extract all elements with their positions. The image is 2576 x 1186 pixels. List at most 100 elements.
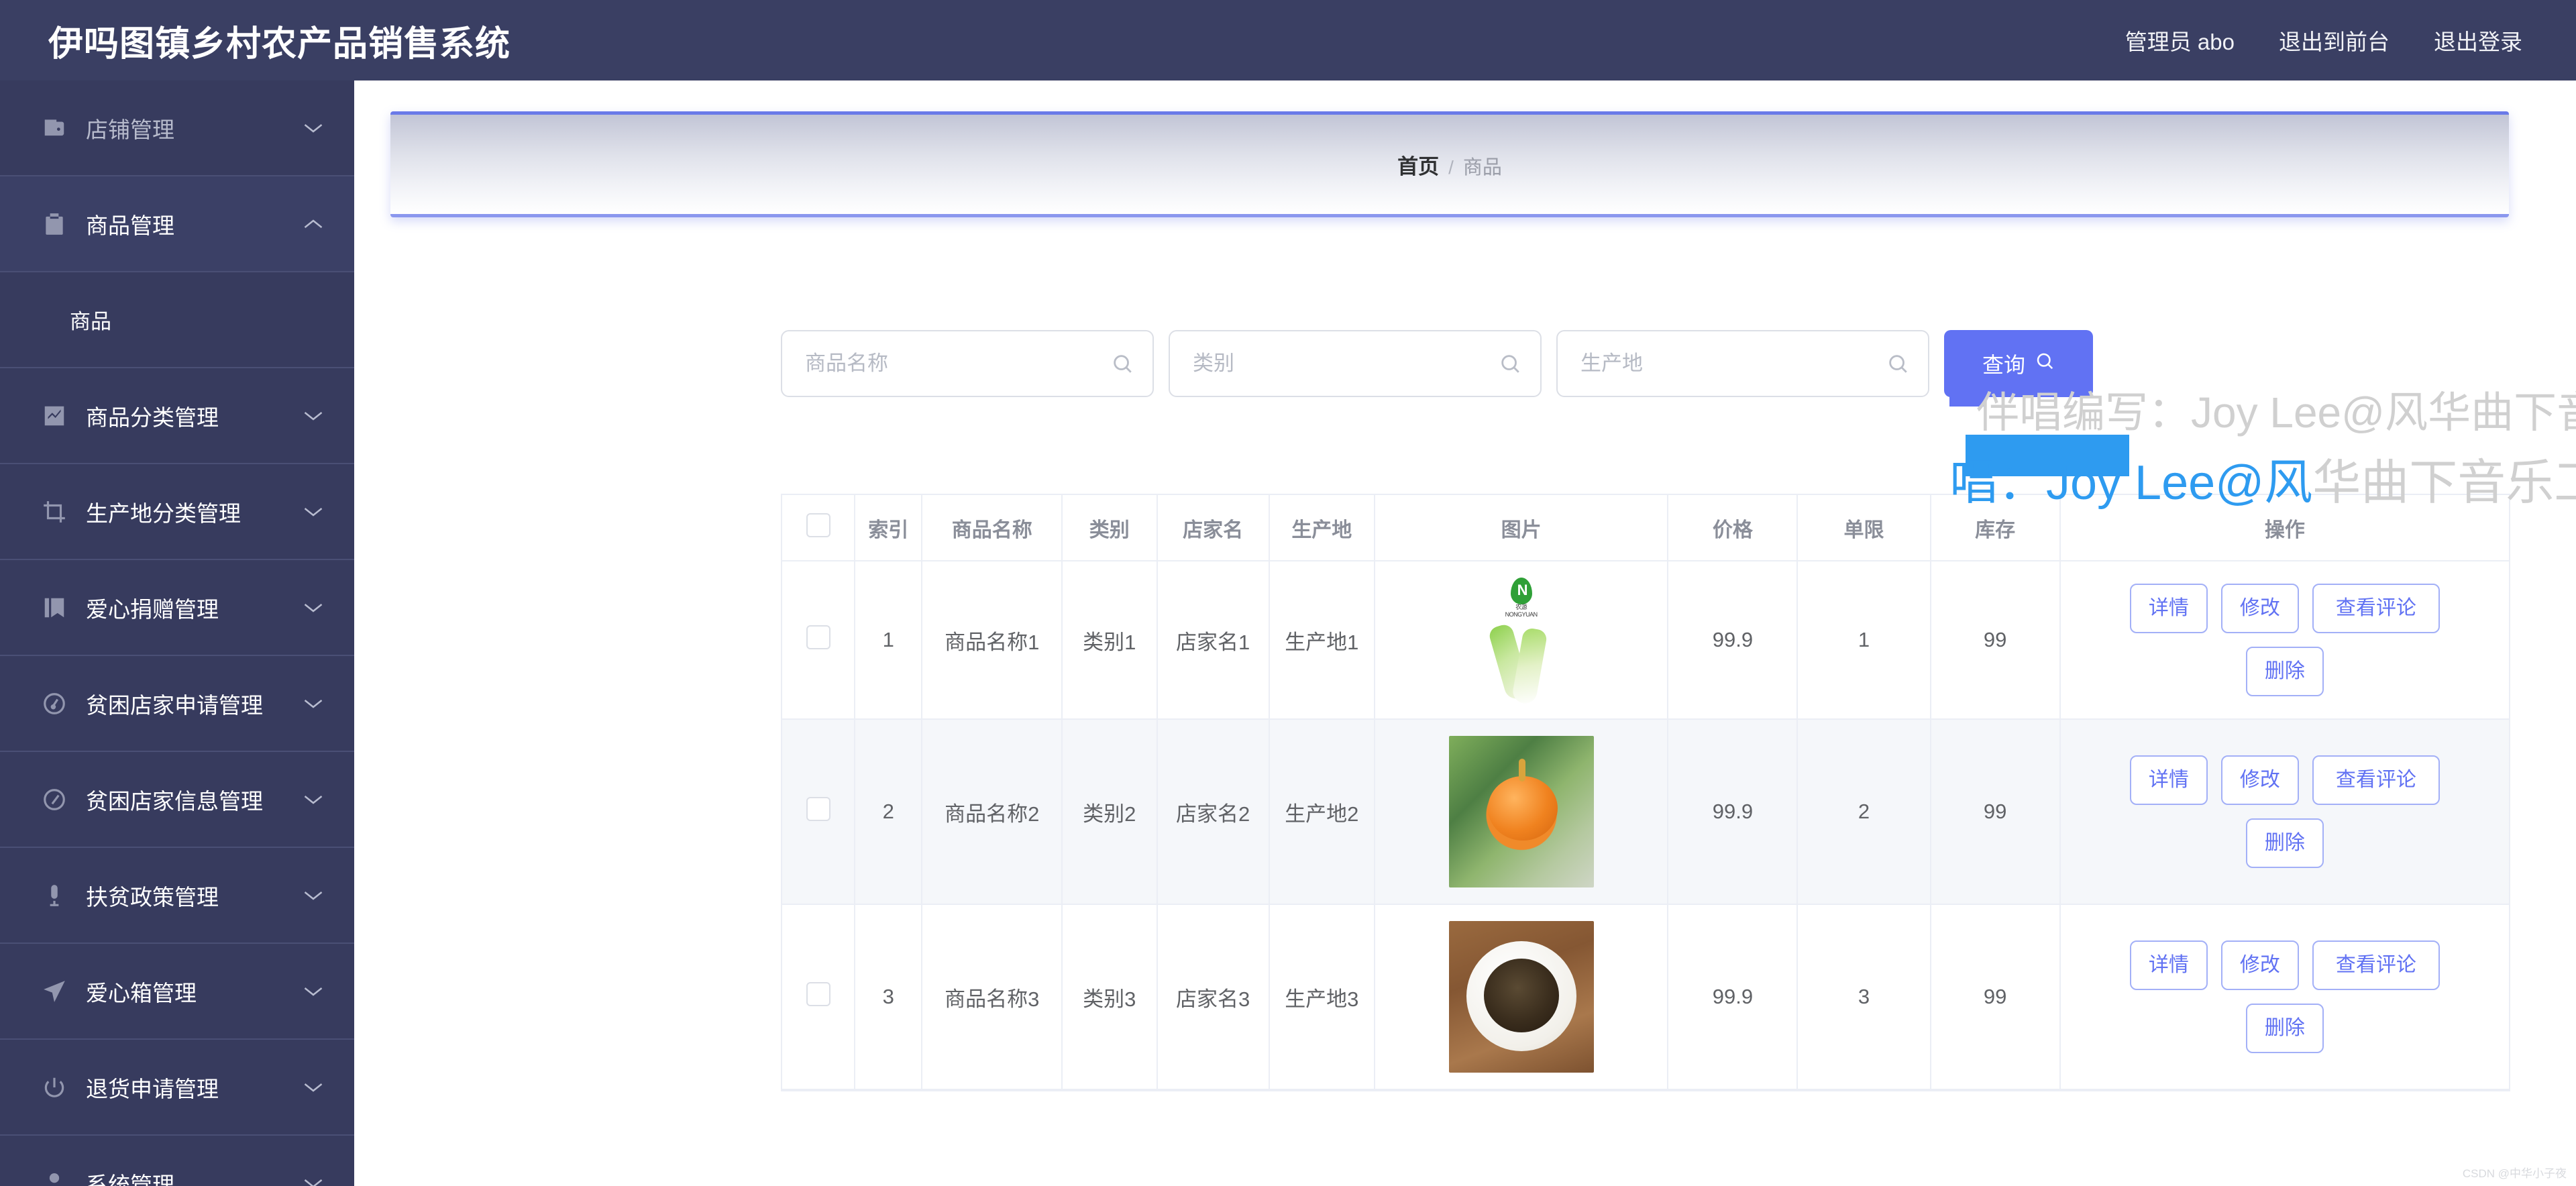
search-icon xyxy=(2035,351,2055,376)
chart-icon xyxy=(40,402,68,430)
cabbage-photo[interactable]: N农源NONGYUAN xyxy=(1379,578,1664,702)
chevron-down-icon[interactable] xyxy=(302,884,325,907)
view-comments-button[interactable]: 查看评论 xyxy=(2312,755,2440,805)
row-actions-second-line: 删除 xyxy=(2084,818,2486,868)
cell-shop-name: 店家名1 xyxy=(1157,561,1269,719)
pumpkin-photo[interactable] xyxy=(1449,736,1594,887)
sidebar-label-poor-shop-info-management: 贫困店家信息管理 xyxy=(86,784,302,816)
table-head: 索引 商品名称 类别 店家名 生产地 图片 价格 单限 库存 操作 xyxy=(782,495,2509,561)
cell-image: N农源NONGYUAN xyxy=(1375,561,1668,719)
table-header-row: 索引 商品名称 类别 店家名 生产地 图片 价格 单限 库存 操作 xyxy=(782,495,2509,561)
crop-icon xyxy=(40,498,68,526)
cell-product-name: 商品名称3 xyxy=(922,904,1061,1089)
chevron-down-icon[interactable] xyxy=(302,980,325,1003)
sidebar-item-poor-shop-application-management[interactable]: 贫困店家申请管理 xyxy=(0,656,354,752)
cell-shop-name: 店家名2 xyxy=(1157,719,1269,904)
chevron-down-icon[interactable] xyxy=(302,500,325,523)
select-all-checkbox[interactable] xyxy=(806,513,830,537)
chevron-down-icon[interactable] xyxy=(302,596,325,619)
breadcrumb-separator: / xyxy=(1448,157,1454,178)
nongyuan-logo-icon: N农源NONGYUAN xyxy=(1503,578,1540,615)
th-shop-name: 店家名 xyxy=(1157,495,1269,561)
sidebar-label-poverty-policy-management: 扶贫政策管理 xyxy=(86,879,302,912)
wallet-icon xyxy=(40,114,68,142)
cell-price: 99.9 xyxy=(1668,561,1797,719)
cell-category: 类别1 xyxy=(1062,561,1157,719)
sidebar-label-return-application-management: 退货申请管理 xyxy=(86,1071,302,1103)
search-icon[interactable] xyxy=(1111,352,1134,375)
table-row: 3 商品名称3 类别3 店家名3 生产地3 99.9 3 99 xyxy=(782,904,2509,1089)
main-content: 首页 / 商品 xyxy=(354,80,2576,1186)
category-field[interactable] xyxy=(1169,330,1542,397)
chevron-down-icon[interactable] xyxy=(302,788,325,811)
cell-index: 1 xyxy=(855,561,922,719)
table-row: 1 商品名称1 类别1 店家名1 生产地1 N农源NONGYUAN xyxy=(782,561,2509,719)
sidebar-item-return-application-management[interactable]: 退货申请管理 xyxy=(0,1040,354,1136)
search-icon[interactable] xyxy=(1499,352,1521,375)
query-button[interactable]: 查询 xyxy=(1944,330,2093,397)
cell-origin: 生产地3 xyxy=(1269,904,1375,1089)
detail-button[interactable]: 详情 xyxy=(2130,940,2208,990)
row-checkbox[interactable] xyxy=(806,982,830,1006)
delete-button[interactable]: 删除 xyxy=(2246,647,2324,696)
edit-button[interactable]: 修改 xyxy=(2221,584,2299,633)
cell-origin: 生产地2 xyxy=(1269,719,1375,904)
sidebar-item-poverty-policy-management[interactable]: 扶贫政策管理 xyxy=(0,848,354,944)
detail-button[interactable]: 详情 xyxy=(2130,584,2208,633)
exit-to-frontend-link[interactable]: 退出到前台 xyxy=(2279,24,2390,56)
mushroom-photo[interactable] xyxy=(1449,921,1594,1073)
chevron-down-icon[interactable] xyxy=(302,1076,325,1099)
chevron-down-icon[interactable] xyxy=(302,405,325,427)
search-input-origin[interactable] xyxy=(1558,331,1928,396)
th-category: 类别 xyxy=(1062,495,1157,561)
book-icon xyxy=(40,594,68,622)
delete-button[interactable]: 删除 xyxy=(2246,1004,2324,1053)
sidebar-item-product-management[interactable]: 商品管理 xyxy=(0,176,354,272)
edit-button[interactable]: 修改 xyxy=(2221,940,2299,990)
cell-row-checkbox xyxy=(782,561,855,719)
cell-index: 2 xyxy=(855,719,922,904)
sidebar-item-love-box-management[interactable]: 爱心箱管理 xyxy=(0,944,354,1040)
sidebar-item-donation-management[interactable]: 爱心捐赠管理 xyxy=(0,560,354,656)
chevron-down-icon[interactable] xyxy=(302,1172,325,1186)
breadcrumb: 首页 / 商品 xyxy=(1397,150,1502,180)
chevron-up-icon[interactable] xyxy=(302,213,325,235)
breadcrumb-card: 首页 / 商品 xyxy=(390,111,2509,217)
product-name-field[interactable] xyxy=(781,330,1154,397)
sidebar-item-product-category-management[interactable]: 商品分类管理 xyxy=(0,368,354,464)
clipboard-icon xyxy=(40,210,68,238)
csdn-watermark: CSDN @中华小子夜 xyxy=(2463,1164,2567,1181)
sidebar-subitem-product[interactable]: 商品 xyxy=(0,272,354,368)
header-actions: 管理员 abo 退出到前台 退出登录 xyxy=(2125,24,2522,56)
detail-button[interactable]: 详情 xyxy=(2130,755,2208,805)
product-table: 索引 商品名称 类别 店家名 生产地 图片 价格 单限 库存 操作 xyxy=(782,495,2509,1090)
logout-link[interactable]: 退出登录 xyxy=(2434,24,2522,56)
cell-limit: 2 xyxy=(1797,719,1930,904)
view-comments-button[interactable]: 查看评论 xyxy=(2312,940,2440,990)
cell-category: 类别3 xyxy=(1062,904,1157,1089)
delete-button[interactable]: 删除 xyxy=(2246,818,2324,868)
sidebar-item-poor-shop-info-management[interactable]: 贫困店家信息管理 xyxy=(0,752,354,848)
top-header-bar: 伊吗图镇乡村农产品销售系统 管理员 abo 退出到前台 退出登录 xyxy=(0,0,2576,80)
cell-product-name: 商品名称2 xyxy=(922,719,1061,904)
breadcrumb-home[interactable]: 首页 xyxy=(1397,150,1439,180)
search-input-category[interactable] xyxy=(1170,331,1540,396)
edit-button[interactable]: 修改 xyxy=(2221,755,2299,805)
sidebar-item-origin-category-management[interactable]: 生产地分类管理 xyxy=(0,464,354,560)
chevron-down-icon[interactable] xyxy=(302,117,325,140)
admin-user-label[interactable]: 管理员 abo xyxy=(2125,24,2235,56)
th-origin: 生产地 xyxy=(1269,495,1375,561)
view-comments-button[interactable]: 查看评论 xyxy=(2312,584,2440,633)
origin-field[interactable] xyxy=(1556,330,1929,397)
cell-image xyxy=(1375,904,1668,1089)
row-checkbox[interactable] xyxy=(806,625,830,649)
search-icon[interactable] xyxy=(1886,352,1909,375)
chevron-down-icon[interactable] xyxy=(302,692,325,715)
sidebar-item-shop-management[interactable]: 店铺管理 xyxy=(0,80,354,176)
row-checkbox[interactable] xyxy=(806,797,830,821)
cell-price: 99.9 xyxy=(1668,719,1797,904)
cell-row-checkbox xyxy=(782,719,855,904)
sidebar-label-product-management: 商品管理 xyxy=(86,208,302,240)
sidebar-item-system-management[interactable]: 系统管理 xyxy=(0,1136,354,1186)
search-input-product-name[interactable] xyxy=(782,331,1152,396)
